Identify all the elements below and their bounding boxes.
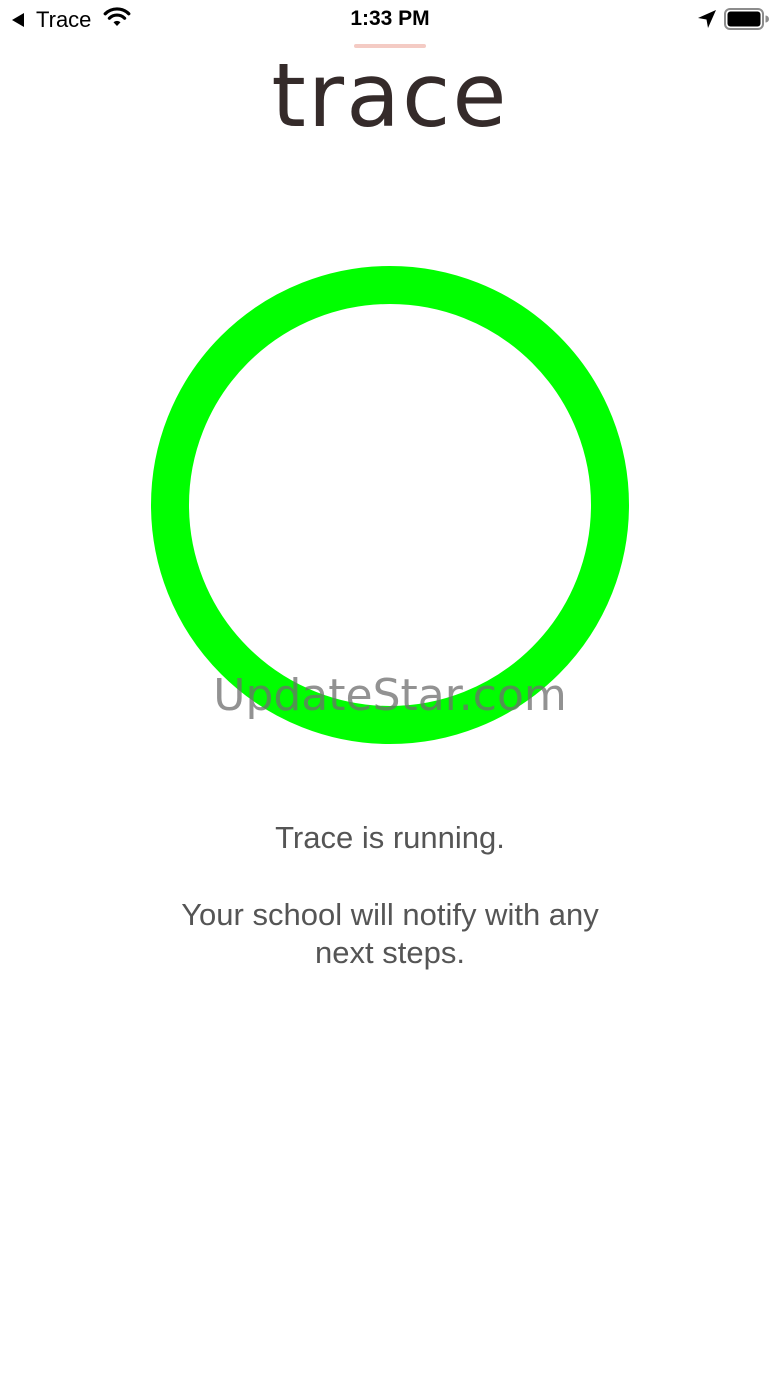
watermark: UpdateStar.com xyxy=(213,670,567,721)
status-message: Trace is running. xyxy=(275,820,505,855)
app-logo: trace xyxy=(271,44,509,147)
battery-icon xyxy=(724,8,770,35)
status-time: 1:33 PM xyxy=(350,7,430,30)
next-steps-message: Your school will notify with any next st… xyxy=(181,897,599,970)
location-arrow-icon xyxy=(697,9,717,34)
status-bar: Trace 1:33 PM xyxy=(0,0,780,40)
